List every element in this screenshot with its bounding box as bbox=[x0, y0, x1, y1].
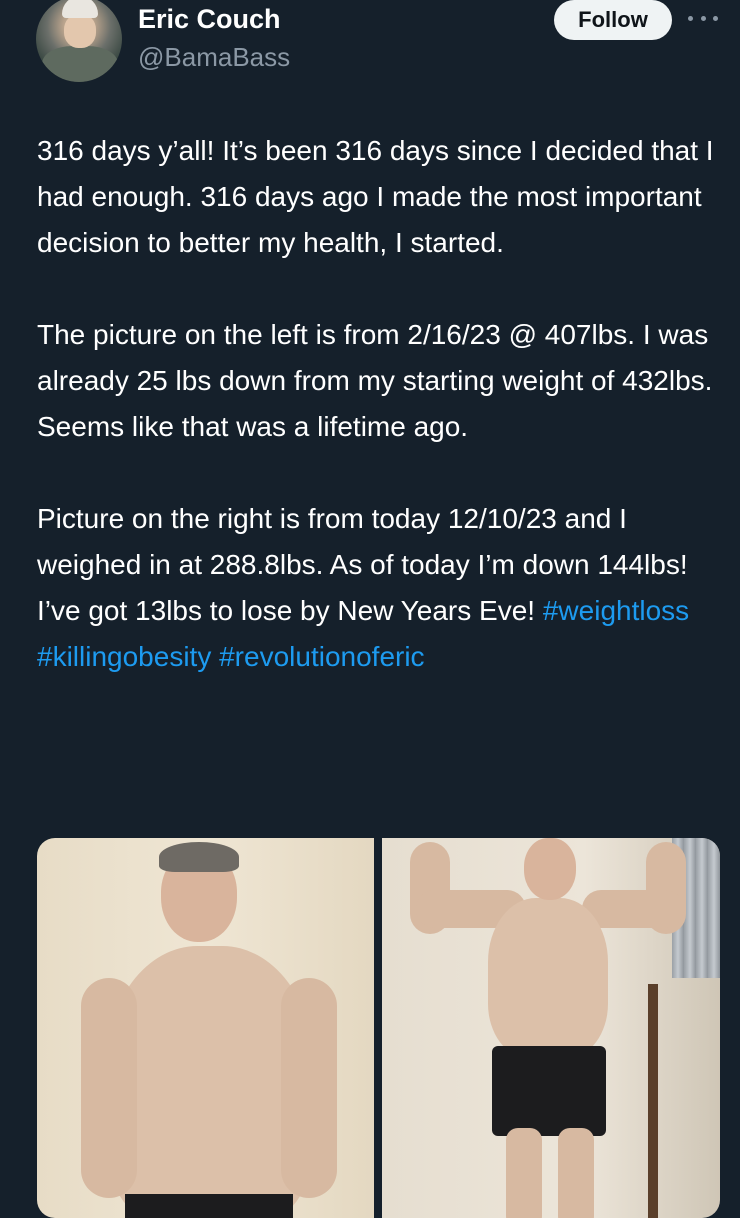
tweet-paragraph-3: Picture on the right is from today 12/10… bbox=[37, 496, 727, 680]
after-left-leg bbox=[506, 1128, 542, 1218]
follow-button[interactable]: Follow bbox=[554, 0, 672, 40]
before-left-arm bbox=[81, 978, 137, 1198]
photo-after[interactable] bbox=[382, 838, 720, 1218]
avatar[interactable] bbox=[36, 0, 122, 82]
tweet-header: Eric Couch @BamaBass Follow bbox=[0, 0, 740, 100]
tweet-text: 316 days y’all! It’s been 316 days since… bbox=[37, 128, 727, 680]
hashtag-weightloss[interactable]: #weightloss bbox=[543, 595, 689, 626]
before-right-arm bbox=[281, 978, 337, 1198]
hashtag-revolutionoferic[interactable]: #revolutionoferic bbox=[219, 641, 424, 672]
before-shorts bbox=[125, 1194, 293, 1218]
dot bbox=[700, 15, 706, 21]
after-right-leg bbox=[558, 1128, 594, 1218]
before-hair bbox=[159, 842, 239, 872]
avatar-face bbox=[64, 14, 96, 48]
after-torso bbox=[488, 898, 608, 1058]
display-name[interactable]: Eric Couch bbox=[138, 4, 281, 35]
tweet-paragraph-1: 316 days y’all! It’s been 316 days since… bbox=[37, 135, 714, 258]
hashtag-killingobesity[interactable]: #killingobesity bbox=[37, 641, 211, 672]
avatar-shirt bbox=[42, 46, 118, 82]
dot bbox=[713, 15, 718, 21]
tweet-media bbox=[37, 838, 720, 1218]
user-handle[interactable]: @BamaBass bbox=[138, 42, 290, 73]
bed-frame bbox=[648, 984, 658, 1218]
after-shorts bbox=[492, 1046, 606, 1136]
avatar-cap bbox=[62, 0, 98, 18]
tweet-paragraph-2: The picture on the left is from 2/16/23 … bbox=[37, 319, 713, 442]
photo-before[interactable] bbox=[37, 838, 374, 1218]
dot bbox=[688, 15, 693, 21]
after-head bbox=[524, 838, 576, 900]
more-dots-icon[interactable] bbox=[688, 8, 718, 28]
